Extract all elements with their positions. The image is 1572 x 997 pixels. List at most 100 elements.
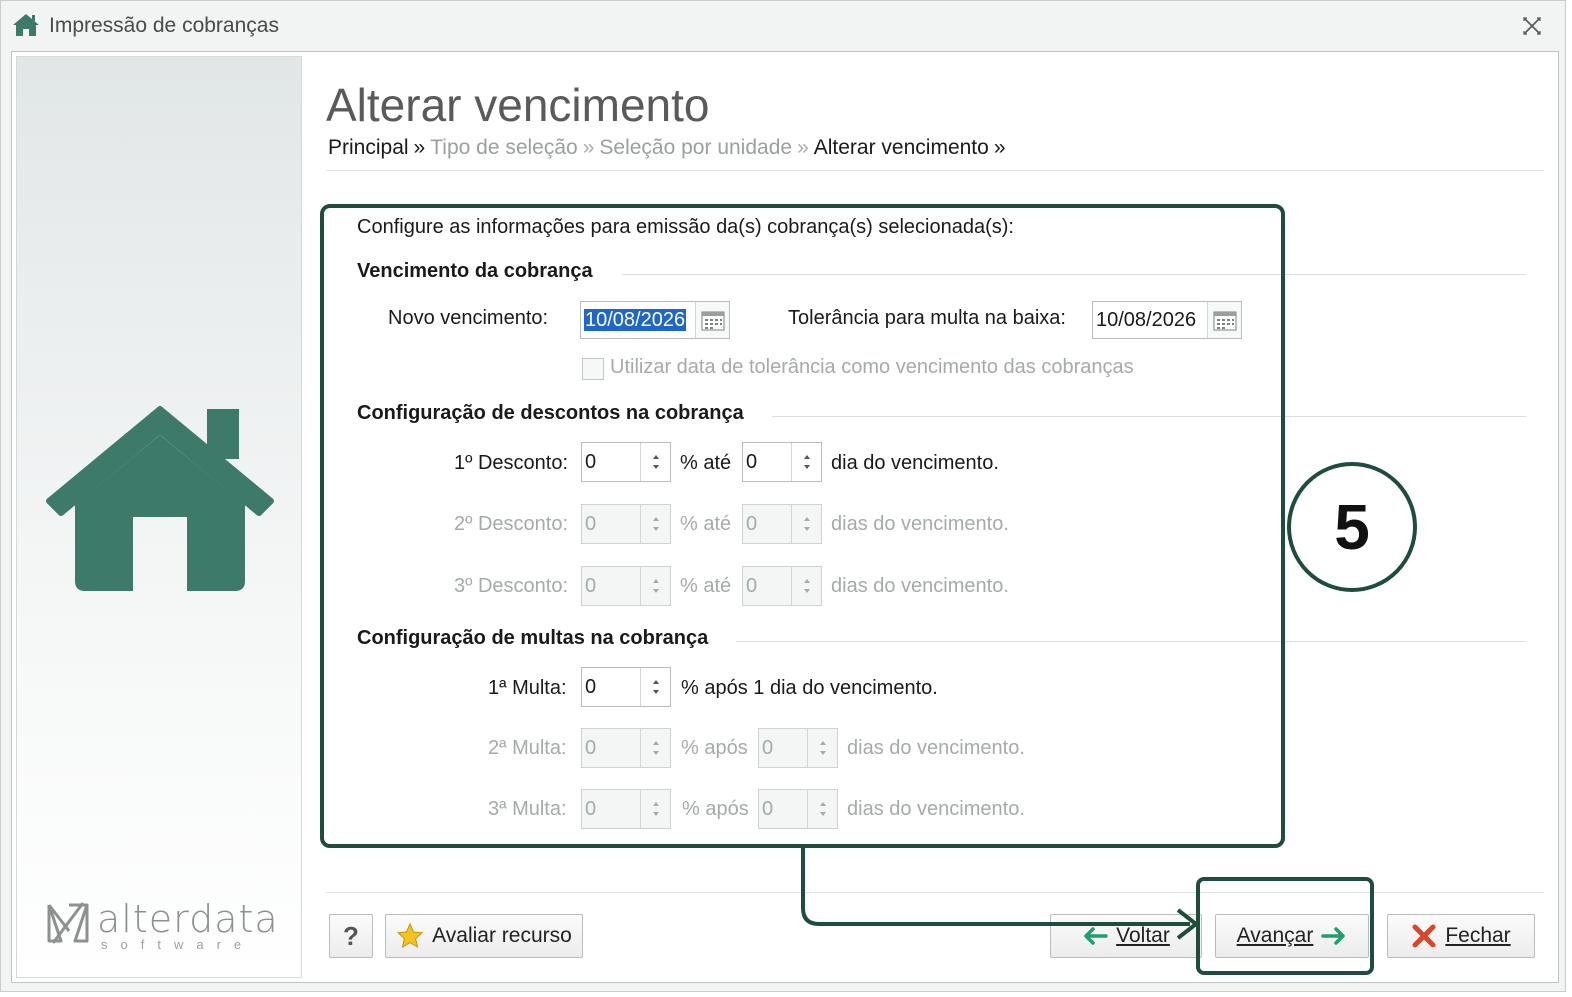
spin-down-icon[interactable] — [652, 589, 659, 593]
spin-buttons[interactable] — [807, 729, 837, 767]
desconto-1-label: 1º Desconto: — [454, 452, 569, 474]
spin-up-icon[interactable] — [652, 802, 659, 806]
spin-buttons[interactable] — [640, 729, 670, 767]
spin-down-icon[interactable] — [819, 812, 826, 816]
intro-text: Configure as informações para emissão da… — [357, 216, 1014, 238]
spin-buttons[interactable] — [640, 505, 670, 543]
divider — [326, 892, 1544, 893]
divider — [772, 416, 1526, 417]
spin-buttons[interactable] — [640, 668, 670, 706]
spin-down-icon[interactable] — [652, 812, 659, 816]
desconto-3-days-stepper[interactable]: 0 — [742, 566, 822, 606]
breadcrumb-item-alterar-vencimento: Alterar vencimento — [813, 136, 989, 159]
desconto-3-percent-stepper[interactable]: 0 — [581, 566, 671, 606]
breadcrumb: Principal» Tipo de seleção» Seleção por un… — [328, 136, 1011, 160]
spin-buttons[interactable] — [791, 443, 821, 481]
spin-up-icon[interactable] — [652, 579, 659, 583]
spin-up-icon[interactable] — [803, 455, 810, 459]
spin-buttons[interactable] — [640, 443, 670, 481]
multa-2-percent-stepper[interactable]: 0 — [581, 728, 671, 768]
desconto-1-suffix: dia do vencimento. — [831, 452, 999, 474]
multa-3-percent-value[interactable]: 0 — [582, 790, 640, 828]
desconto-1-percent-value[interactable]: 0 — [582, 443, 640, 481]
novo-vencimento-field[interactable]: 10/08/2026 — [580, 301, 730, 339]
novo-vencimento-value[interactable]: 10/08/2026 — [584, 309, 687, 331]
home-icon — [13, 14, 39, 36]
spin-up-icon[interactable] — [803, 579, 810, 583]
home-icon — [46, 406, 274, 591]
multa-2-percent-value[interactable]: 0 — [582, 729, 640, 767]
breadcrumb-separator: » — [413, 136, 426, 159]
desconto-2-percent-stepper[interactable]: 0 — [581, 504, 671, 544]
multa-3-mid-label: % após — [682, 798, 749, 820]
section-heading-multas: Configuração de multas na cobrança — [357, 627, 709, 649]
spin-up-icon[interactable] — [819, 802, 826, 806]
spin-buttons[interactable] — [807, 790, 837, 828]
multa-3-days-stepper[interactable]: 0 — [758, 789, 838, 829]
multa-1-label: 1ª Multa: — [488, 677, 567, 699]
desconto-1-percent-stepper[interactable]: 0 — [581, 442, 671, 482]
calendar-icon[interactable] — [695, 302, 729, 338]
fechar-button[interactable]: Fechar — [1387, 914, 1535, 958]
breadcrumb-separator: » — [582, 136, 595, 159]
desconto-2-mid-label: % até — [680, 513, 732, 535]
help-button[interactable]: ? — [329, 914, 373, 958]
desconto-3-days-value[interactable]: 0 — [743, 567, 791, 605]
desconto-3-percent-value[interactable]: 0 — [582, 567, 640, 605]
section-heading-vencimento: Vencimento da cobrança — [357, 260, 593, 282]
desconto-1-days-stepper[interactable]: 0 — [742, 442, 822, 482]
breadcrumb-item-principal[interactable]: Principal — [328, 136, 409, 159]
spin-up-icon[interactable] — [819, 741, 826, 745]
breadcrumb-separator: » — [993, 136, 1006, 159]
avaliar-recurso-button[interactable]: Avaliar recurso — [385, 914, 583, 958]
multa-1-percent-stepper[interactable]: 0 — [581, 667, 671, 707]
multa-3-percent-stepper[interactable]: 0 — [581, 789, 671, 829]
desconto-3-label: 3º Desconto: — [454, 575, 569, 597]
spin-down-icon[interactable] — [803, 465, 810, 469]
arrow-left-icon — [1084, 927, 1108, 945]
spin-up-icon[interactable] — [652, 455, 659, 459]
calendar-icon[interactable] — [1207, 302, 1241, 338]
multa-2-mid-label: % após — [681, 737, 748, 759]
spin-down-icon[interactable] — [652, 527, 659, 531]
spin-up-icon[interactable] — [652, 680, 659, 684]
section-heading-descontos: Configuração de descontos na cobrança — [357, 402, 744, 424]
page-title: Alterar vencimento — [326, 79, 710, 131]
sidebar: alterdata software — [16, 56, 302, 978]
alterdata-logo-mark-icon — [47, 902, 89, 944]
avancar-button[interactable]: Avançar — [1215, 914, 1369, 958]
multa-1-percent-value[interactable]: 0 — [582, 668, 640, 706]
spin-down-icon[interactable] — [652, 690, 659, 694]
multa-3-days-value[interactable]: 0 — [759, 790, 807, 828]
tolerancia-value[interactable]: 10/08/2026 — [1093, 302, 1207, 338]
usar-tolerancia-label: Utilizar data de tolerância como vencime… — [610, 356, 1134, 378]
tolerancia-field[interactable]: 10/08/2026 — [1092, 301, 1242, 339]
desconto-2-percent-value[interactable]: 0 — [582, 505, 640, 543]
desconto-2-days-stepper[interactable]: 0 — [742, 504, 822, 544]
logo-subtext: software — [101, 937, 255, 952]
voltar-button[interactable]: Voltar — [1050, 914, 1202, 958]
spin-buttons[interactable] — [791, 567, 821, 605]
multa-2-days-value[interactable]: 0 — [759, 729, 807, 767]
desconto-2-days-value[interactable]: 0 — [743, 505, 791, 543]
multa-2-days-stepper[interactable]: 0 — [758, 728, 838, 768]
spin-buttons[interactable] — [640, 567, 670, 605]
desconto-1-days-value[interactable]: 0 — [743, 443, 791, 481]
voltar-label: Voltar — [1116, 924, 1170, 947]
divider — [326, 170, 1544, 171]
spin-up-icon[interactable] — [652, 517, 659, 521]
logo-text: alterdata — [97, 897, 279, 941]
usar-tolerancia-checkbox[interactable] — [582, 358, 604, 380]
close-icon[interactable] — [1521, 15, 1543, 37]
spin-buttons[interactable] — [791, 505, 821, 543]
desconto-1-mid-label: % até — [680, 452, 732, 474]
spin-down-icon[interactable] — [652, 751, 659, 755]
spin-down-icon[interactable] — [652, 465, 659, 469]
spin-up-icon[interactable] — [652, 741, 659, 745]
spin-up-icon[interactable] — [803, 517, 810, 521]
spin-down-icon[interactable] — [803, 527, 810, 531]
spin-down-icon[interactable] — [803, 589, 810, 593]
spin-down-icon[interactable] — [819, 751, 826, 755]
divider — [736, 641, 1526, 642]
spin-buttons[interactable] — [640, 790, 670, 828]
